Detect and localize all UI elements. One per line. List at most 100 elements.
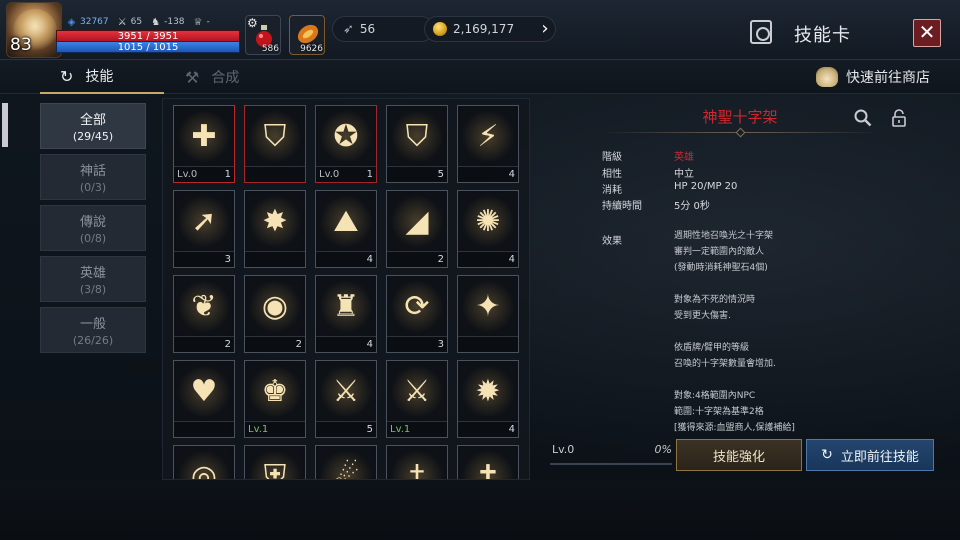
tab-skill[interactable]: ↻ 技能 [40, 60, 164, 94]
skill-enhance-button[interactable]: 技能強化 [676, 439, 802, 471]
lightning-icon: ⚡ [460, 108, 516, 165]
star-burst-icon: ✹ [460, 363, 516, 420]
bottom-bar [0, 480, 960, 540]
feather-currency: ➶ 56 [332, 16, 434, 42]
skill-card[interactable]: ⚡ 4 [457, 105, 519, 183]
effect-description: 週期性地召喚光之十字架 審判一定範圍內的敵人 (發動時消耗神聖石4個) 對象為不死的情… [674, 228, 904, 433]
skill-card[interactable]: ⛰ 4 [315, 190, 377, 268]
skill-card[interactable]: ♜ 4 [315, 275, 377, 353]
page-title: 技能卡 [794, 25, 851, 46]
effect-line [674, 276, 904, 292]
top-bar: 83 ◈ 32767 ⚔ 65 ♞ -138 ♕ - 3951 / 3951 1… [0, 0, 960, 60]
goto-skill-button[interactable]: ↻ 立即前往技能 [806, 439, 934, 471]
skill-card[interactable]: ♚ Lv.1 [244, 360, 306, 438]
sword-icon: ⚔ [318, 363, 374, 420]
info-row-grade: 階級 英雄 [602, 148, 694, 163]
skill-card-footer: Lv.0 1 [174, 166, 234, 182]
skill-card[interactable]: ✪ Lv.0 1 [315, 105, 377, 183]
mp-bar: 1015 / 1015 [56, 41, 240, 53]
tab-synthesis[interactable]: ⚒ 合成 [185, 60, 239, 94]
gold-value: 2,169,177 [453, 22, 515, 36]
skill-card[interactable]: ◉ 2 [244, 275, 306, 353]
skill-card-footer: 2 [174, 336, 234, 352]
skill-card[interactable]: ⛉ [244, 105, 306, 183]
skill-card[interactable]: ⚔ Lv.1 [386, 360, 448, 438]
skill-card[interactable]: ✝ [457, 445, 519, 479]
effect-line: 依盾牌/臂甲的等級 [674, 343, 750, 353]
effect-line: [獲得來源:血盟商人,保護補給] [674, 423, 795, 433]
skill-count: 4 [508, 254, 515, 265]
skill-card-footer: 2 [387, 251, 447, 267]
feather-icon: ➶ [343, 21, 354, 37]
money-bag-icon [816, 67, 838, 87]
skill-card[interactable]: ◢ 2 [386, 190, 448, 268]
skill-card-footer: 4 [316, 336, 376, 352]
category-count: (0/8) [79, 232, 107, 245]
lock-icon[interactable] [892, 109, 906, 127]
skill-count: 2 [437, 254, 444, 265]
info-value: 中立 [674, 169, 694, 180]
chevron-right-icon[interactable]: › [536, 18, 554, 40]
skill-card[interactable]: ◎ [173, 445, 235, 479]
effect-label: 效果 [602, 236, 622, 247]
skill-count: 2 [295, 339, 302, 350]
search-icon[interactable] [854, 109, 872, 127]
progress-level: Lv.0 [552, 443, 575, 456]
skill-card[interactable]: ✦ [457, 275, 519, 353]
skill-count: 3 [224, 254, 231, 265]
skill-card[interactable]: ⟳ 3 [386, 275, 448, 353]
quick-slot-scroll[interactable]: 9626 [289, 15, 325, 55]
category-hero[interactable]: 英雄 (3/8) [40, 256, 146, 302]
armored-figure-icon: ♜ [318, 278, 374, 335]
skill-card[interactable]: ✺ 4 [457, 190, 519, 268]
trophy-value: - [206, 17, 210, 27]
close-button[interactable]: ✕ [913, 19, 941, 47]
power-stat: ◈ 32767 [66, 17, 109, 28]
shop-shortcut-link[interactable]: 快速前往商店 [816, 60, 930, 94]
attack-stat: ⚔ 65 [117, 17, 142, 28]
skill-card-icon [750, 20, 772, 44]
skill-level: Lv.0 [319, 169, 340, 180]
tab-synthesis-label: 合成 [211, 70, 240, 86]
skill-card-footer: 2 [245, 336, 305, 352]
skill-card-footer [458, 336, 518, 352]
skill-count: 5 [437, 169, 444, 180]
cycle-arrows-icon: ⟳ [389, 278, 445, 335]
category-normal[interactable]: 一般 (26/26) [40, 307, 146, 353]
effect-line [674, 372, 904, 388]
skill-card[interactable]: † [386, 445, 448, 479]
skill-card[interactable]: ☄ [315, 445, 377, 479]
effect-line: 審判一定範圍內的敵人 [674, 247, 765, 257]
skill-card[interactable]: ✚ Lv.0 1 [173, 105, 235, 183]
skill-card-footer: 3 [174, 251, 234, 267]
defense-value: -138 [164, 17, 185, 27]
shield-cross-icon: ⛨ [247, 448, 303, 479]
eye-icon: ◢ [389, 193, 445, 250]
skill-card[interactable]: ⛉ 5 [386, 105, 448, 183]
skill-card[interactable]: ⚔ 5 [315, 360, 377, 438]
blue-arc-icon: ☄ [318, 448, 374, 479]
skill-card[interactable]: ➚ 3 [173, 190, 235, 268]
holy-cross-icon: ✚ [176, 108, 232, 165]
quick-slot-potion[interactable]: ⚙ 586 [245, 15, 281, 55]
green-dash-icon: ❦ [176, 278, 232, 335]
category-all[interactable]: 全部 (29/45) [40, 103, 146, 149]
skill-count: 4 [508, 169, 515, 180]
altar-icon: ⛰ [318, 193, 374, 250]
category-legend[interactable]: 傳說 (0/8) [40, 205, 146, 251]
flame-shield-icon: ⛉ [247, 108, 303, 165]
info-row-cost: 消耗 HP 20/MP 20 [602, 181, 737, 196]
skill-card[interactable]: ✹ 4 [457, 360, 519, 438]
category-mythic[interactable]: 神話 (0/3) [40, 154, 146, 200]
skill-count: 2 [224, 339, 231, 350]
skill-count: 4 [366, 254, 373, 265]
skill-card-footer: Lv.0 1 [316, 166, 376, 182]
skill-card-footer: Lv.1 [245, 421, 305, 437]
skill-card[interactable]: ✸ [244, 190, 306, 268]
skill-card[interactable]: ♥ [173, 360, 235, 438]
skill-card-footer: 5 [387, 166, 447, 182]
skill-card[interactable]: ❦ 2 [173, 275, 235, 353]
skill-detail-panel: 神聖十字架 階級 英雄 相性 中立 消耗 HP 20/MP 20 持續時間 5分… [540, 98, 940, 480]
skill-card[interactable]: ⛨ [244, 445, 306, 479]
category-name: 英雄 [79, 266, 106, 281]
